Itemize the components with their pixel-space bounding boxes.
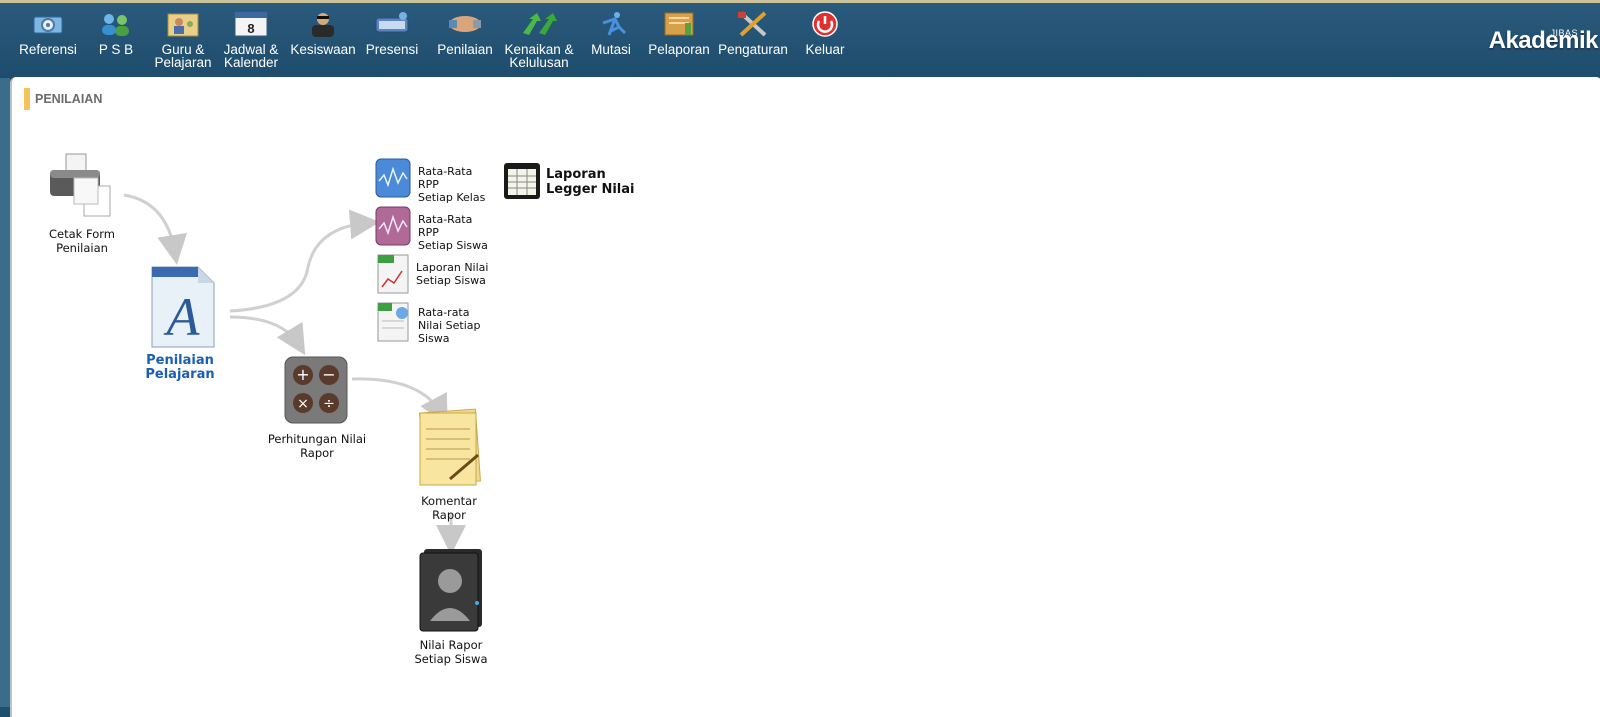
svg-text:+: + <box>296 365 309 384</box>
nav-referensi[interactable]: Referensi <box>18 9 78 56</box>
chart-blue-icon <box>375 158 411 198</box>
laporan-legger-nilai[interactable]: Laporan Legger Nilai <box>502 161 642 203</box>
node-label: Perhitungan Nilai Rapor <box>267 432 367 460</box>
node-label: Rata-Rata RPP Setiap Kelas <box>418 165 486 204</box>
chart-pink-icon <box>375 206 411 246</box>
nilai-rapor-setiap-siswa[interactable]: Nilai Rapor Setiap Siswa <box>406 545 496 666</box>
nav-label: Pengaturan <box>718 42 788 57</box>
nav-label-2: Pelajaran <box>154 55 212 70</box>
user-folder-icon <box>419 549 482 632</box>
nav-label: Referensi <box>19 42 77 57</box>
node-label: Nilai Rapor Setiap Siswa <box>414 638 488 666</box>
komentar-rapor[interactable]: Komentar Rapor <box>404 407 494 522</box>
node-label: Rata-rata Nilai Setiap Siswa <box>418 306 481 345</box>
nav-label: Presensi <box>365 42 419 57</box>
svg-text:−: − <box>322 365 335 384</box>
node-label: Rata-Rata RPP Setiap Siswa <box>418 213 488 252</box>
rata-nilai-setiap-siswa[interactable]: Rata-rata Nilai Setiap Siswa <box>374 301 492 347</box>
nav-presensi[interactable]: Presensi <box>364 9 420 56</box>
student-icon <box>312 13 334 37</box>
nav-penilaian[interactable]: Penilaian <box>435 9 495 56</box>
node-label: Penilaian Pelajaran <box>145 353 215 382</box>
flow-arrows <box>123 193 466 555</box>
page-title: PENILAIAN <box>24 88 102 110</box>
top-navigation-bar: Referensi P S B Guru & Pelajaran 8 Jadwa… <box>0 0 1600 78</box>
svg-text:×: × <box>297 396 309 412</box>
handshake-icon <box>449 16 481 32</box>
nav-label: Mutasi <box>591 42 631 57</box>
users-icon <box>102 14 129 36</box>
nav-label-2: Kelulusan <box>509 55 569 70</box>
app-logo: Akademik <box>1488 27 1599 54</box>
presence-icon <box>375 12 409 33</box>
rata-rpp-setiap-siswa[interactable]: Rata-Rata RPP Setiap Siswa <box>374 205 492 252</box>
calendar-icon: 8 <box>234 11 268 37</box>
node-label: Komentar Rapor <box>421 494 477 522</box>
nav-kesiswaan[interactable]: Kesiswaan <box>290 9 356 56</box>
power-icon <box>812 11 838 37</box>
nav-pelaporan[interactable]: Pelaporan <box>647 9 711 56</box>
nav-label: P S B <box>98 42 134 57</box>
calculator-icon: + − × ÷ <box>284 356 348 424</box>
arrows-up-icon <box>523 13 557 35</box>
nav-keluar[interactable]: Keluar <box>802 9 848 56</box>
nav-guru-pelajaran[interactable]: Guru & Pelajaran <box>153 9 213 69</box>
report-icon <box>664 12 694 36</box>
nav-pengaturan[interactable]: Pengaturan <box>716 9 790 56</box>
tools-icon <box>738 11 767 37</box>
nav-jadwal-kalender[interactable]: 8 Jadwal & Kalender <box>222 9 280 69</box>
nav-psb[interactable]: P S B <box>94 9 138 56</box>
nav-label: Pelaporan <box>648 42 710 57</box>
nav-mutasi[interactable]: Mutasi <box>587 9 635 56</box>
nav-label-2: Kalender <box>223 55 279 70</box>
perhitungan-nilai-rapor[interactable]: + − × ÷ Perhitungan Nilai Rapor <box>252 355 382 460</box>
printer-icon <box>50 153 111 217</box>
nav-label: Keluar <box>805 42 845 57</box>
node-label: Laporan Legger Nilai <box>546 167 635 197</box>
table-icon <box>504 163 540 199</box>
teacher-icon <box>167 13 199 37</box>
nav-label: Kesiswaan <box>290 42 356 57</box>
left-border <box>0 78 10 707</box>
laporan-nilai-setiap-siswa[interactable]: Laporan Nilai Setiap Siswa <box>374 253 492 297</box>
nav-label: Penilaian <box>437 42 493 57</box>
svg-text:8: 8 <box>247 21 254 36</box>
cetak-form-penilaian[interactable]: Cetak Form Penilaian <box>44 150 120 255</box>
node-label: Cetak Form Penilaian <box>49 227 115 255</box>
svg-text:A: A <box>164 287 201 347</box>
gear-icon <box>33 16 63 34</box>
spreadsheet-icon <box>377 302 409 342</box>
excel-chart-icon <box>377 254 409 294</box>
node-label: Laporan Nilai Setiap Siswa <box>416 261 489 287</box>
main-content: PENILAIAN Cetak Form Penilaian A Penilai… <box>10 77 1600 717</box>
notepad-icon <box>419 408 481 486</box>
font-document-icon: A <box>151 266 215 348</box>
rata-rpp-setiap-kelas[interactable]: Rata-Rata RPP Setiap Kelas <box>374 157 492 204</box>
svg-text:÷: ÷ <box>323 396 335 412</box>
runner-icon <box>602 12 627 36</box>
penilaian-pelajaran[interactable]: A Penilaian Pelajaran <box>118 263 242 382</box>
nav-kenaikan-kelulusan[interactable]: Kenaikan & Kelulusan <box>503 9 575 69</box>
